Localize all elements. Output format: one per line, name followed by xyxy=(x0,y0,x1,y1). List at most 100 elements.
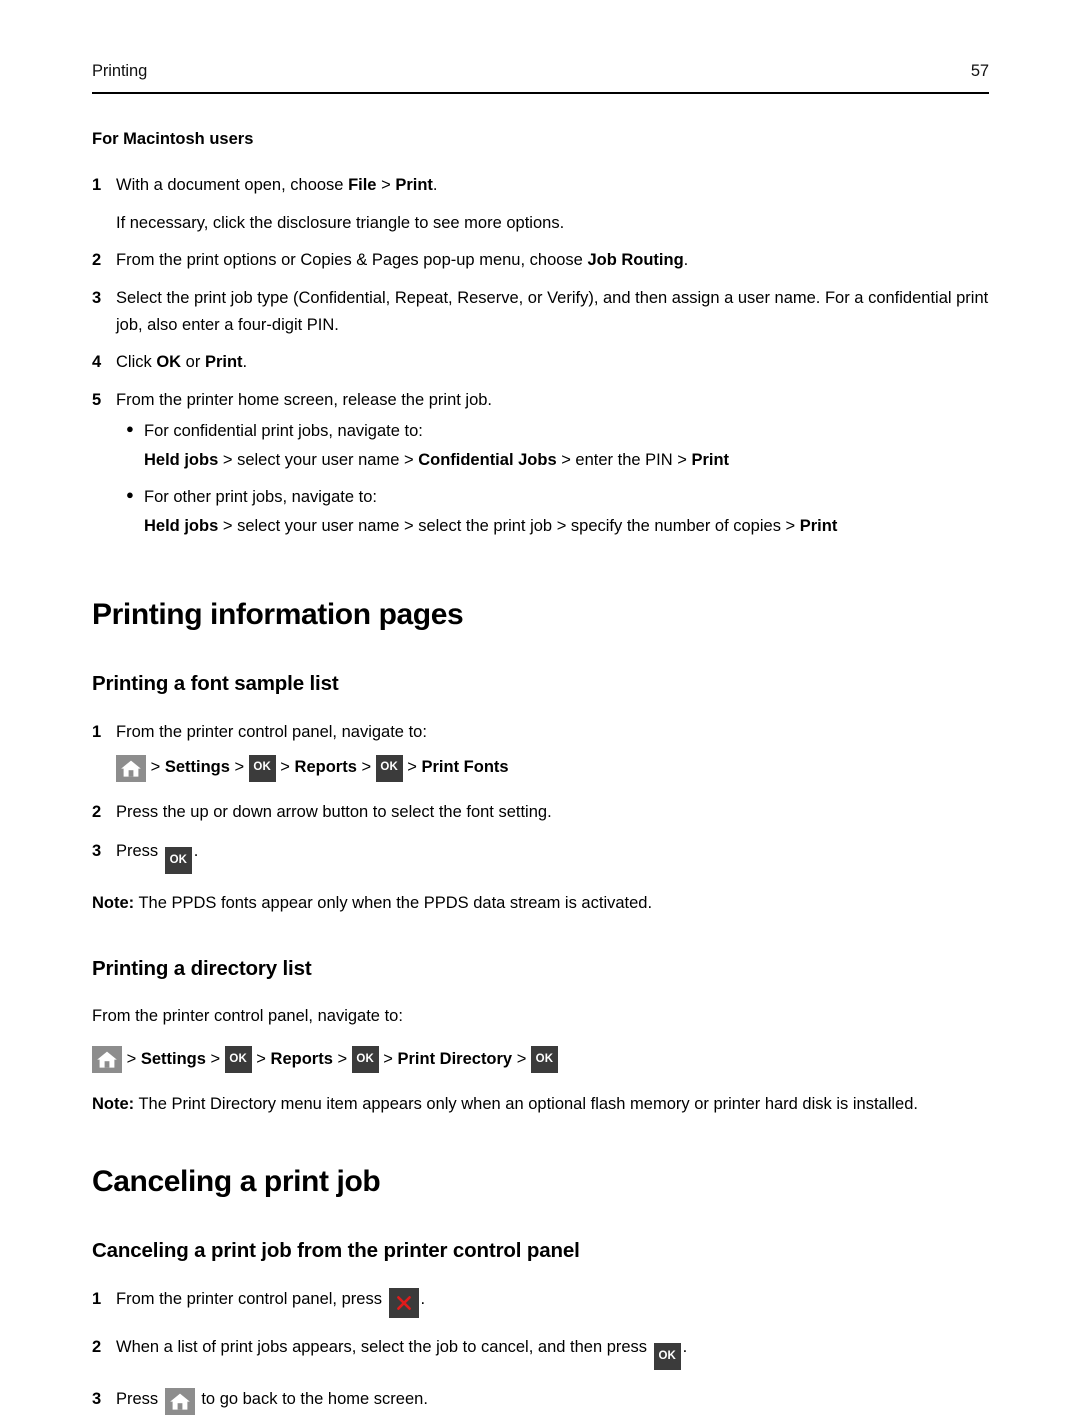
path-plain-text: > select your user name > xyxy=(218,450,419,469)
note-label: Note: xyxy=(92,1095,135,1114)
path-separator: > xyxy=(512,1049,531,1068)
path-plain-text: > select your user name > select the pri… xyxy=(218,516,800,535)
step-number: 3 xyxy=(92,1389,102,1408)
step-text-part: With a document open, choose xyxy=(116,175,349,194)
bullet-text: For other print jobs, navigate to: xyxy=(144,488,377,507)
path-separator: > xyxy=(378,1049,398,1068)
step-number: 4 xyxy=(92,353,102,372)
subsection-title-cancel-from-control-panel: Canceling a print job from the printer c… xyxy=(92,1239,580,1263)
macintosh-bullet-list: ● For confidential print jobs, navigate … xyxy=(126,418,992,540)
step-text: When a list of print jobs appears, selec… xyxy=(116,1334,992,1370)
path-separator: > xyxy=(229,758,249,777)
path-label-reports[interactable]: Reports xyxy=(271,1050,333,1070)
step-text: From the printer control panel, navigate… xyxy=(116,722,427,741)
section-title-printing-information-pages: Printing information pages xyxy=(92,597,464,631)
step-item: 5 From the printer home screen, release … xyxy=(92,387,992,414)
step-text: From the printer control panel, press . xyxy=(116,1286,992,1318)
macintosh-steps-list: 1 With a document open, choose File > Pr… xyxy=(92,172,992,414)
path-bold-held-jobs: Held jobs xyxy=(144,516,219,535)
step-text-period: . xyxy=(683,251,689,270)
step-number: 1 xyxy=(92,1289,102,1308)
step-text-prefix: When a list of print jobs appears, selec… xyxy=(116,1337,652,1356)
subsection-title-font-sample-list: Printing a font sample list xyxy=(92,672,339,696)
bullet-navigation-path: Held jobs > select your user name > Conf… xyxy=(144,447,992,474)
step-number: 5 xyxy=(92,391,102,410)
step-text-part: From the print options or Copies & Pages… xyxy=(116,251,588,270)
path-label-reports[interactable]: Reports xyxy=(295,758,357,778)
page-content: For Macintosh users 1 With a document op… xyxy=(92,130,992,1426)
step-item: 2 From the print options or Copies & Pag… xyxy=(92,247,992,274)
navigation-path-print-fonts: > Settings > OK > Reports > OK > Print F… xyxy=(116,754,992,782)
step-text-separator: > xyxy=(376,175,396,194)
path-plain-text: > enter the PIN > xyxy=(556,450,692,469)
step-item: 1 From the printer control panel, press … xyxy=(92,1286,992,1318)
path-separator: > xyxy=(275,758,295,777)
step-number: 2 xyxy=(92,802,102,821)
step-text: Select the print job type (Confidential,… xyxy=(116,288,989,334)
path-label-settings[interactable]: Settings xyxy=(165,758,230,778)
step-number: 3 xyxy=(92,842,102,861)
header-divider-rule xyxy=(92,92,989,94)
step-text-suffix: to go back to the home screen. xyxy=(196,1389,428,1408)
home-icon[interactable] xyxy=(92,1046,122,1074)
note-label: Note: xyxy=(92,894,135,913)
step-text: Click OK or Print. xyxy=(116,349,992,376)
step-continuation-text: If necessary, click the disclosure trian… xyxy=(116,213,565,232)
home-icon[interactable] xyxy=(164,1387,195,1415)
step-number: 1 xyxy=(92,175,102,194)
subsection-title-directory-list: Printing a directory list xyxy=(92,956,312,980)
note-body: The PPDS fonts appear only when the PPDS… xyxy=(134,894,653,913)
step-text-bold-print: Print xyxy=(204,353,243,372)
step-text: With a document open, choose File > Prin… xyxy=(116,172,992,199)
step-text: Press the up or down arrow button to sel… xyxy=(116,802,552,821)
ok-icon[interactable]: OK xyxy=(224,1046,252,1074)
home-icon[interactable] xyxy=(116,754,146,782)
step-item: 3 Press to go back to the home screen. xyxy=(92,1386,992,1415)
directory-intro-text: From the printer control panel, navigate… xyxy=(92,1007,403,1026)
step-number: 1 xyxy=(92,722,102,741)
path-separator: > xyxy=(402,758,422,777)
path-bold-confidential-jobs: Confidential Jobs xyxy=(418,450,557,469)
bullet-dot-icon: ● xyxy=(126,420,134,436)
step-text-suffix: . xyxy=(193,842,199,861)
step-text-prefix: Press xyxy=(116,1389,163,1408)
ok-icon[interactable]: OK xyxy=(248,754,276,782)
navigation-path-print-directory: > Settings > OK > Reports > OK > Print D… xyxy=(92,1046,992,1074)
path-label-print-fonts[interactable]: Print Fonts xyxy=(422,758,509,778)
bullet-item: ● For confidential print jobs, navigate … xyxy=(126,418,992,445)
step-text-suffix: . xyxy=(682,1337,688,1356)
step-number: 3 xyxy=(92,288,102,307)
note-ppds-fonts: Note: The PPDS fonts appear only when th… xyxy=(92,890,992,917)
header-section-title: Printing xyxy=(92,62,148,80)
ok-icon[interactable]: OK xyxy=(530,1046,558,1074)
path-separator: > xyxy=(122,1049,141,1068)
path-separator: > xyxy=(251,1049,271,1068)
path-separator: > xyxy=(146,758,165,777)
step-item: 2 Press the up or down arrow button to s… xyxy=(92,799,992,826)
page-number: 57 xyxy=(970,62,989,80)
ok-icon[interactable]: OK xyxy=(653,1342,681,1370)
path-bold-print: Print xyxy=(691,450,730,469)
path-label-settings[interactable]: Settings xyxy=(141,1050,206,1070)
step-item: 3 Press OK. xyxy=(92,838,992,875)
path-label-print-directory[interactable]: Print Directory xyxy=(398,1050,513,1070)
step-item: 1 With a document open, choose File > Pr… xyxy=(92,172,992,199)
note-print-directory: Note: The Print Directory menu item appe… xyxy=(92,1091,992,1118)
stop-x-icon[interactable] xyxy=(388,1287,419,1318)
step-text: From the printer home screen, release th… xyxy=(116,391,493,410)
path-bold-print: Print xyxy=(799,516,838,535)
step-item: 2 When a list of print jobs appears, sel… xyxy=(92,1334,992,1370)
step-text-bold-print: Print xyxy=(395,175,433,194)
step-text-bold-ok: OK xyxy=(156,353,182,372)
bullet-item: ● For other print jobs, navigate to: xyxy=(126,484,992,511)
ok-icon[interactable]: OK xyxy=(351,1046,379,1074)
ok-icon[interactable]: OK xyxy=(164,847,192,875)
step-number: 2 xyxy=(92,251,102,270)
ok-icon[interactable]: OK xyxy=(375,754,403,782)
step-text-part: Click xyxy=(116,353,157,372)
step-item: 4 Click OK or Print. xyxy=(92,349,992,376)
step-item: 3 Select the print job type (Confidentia… xyxy=(92,285,992,338)
step-text-or: or xyxy=(181,353,205,372)
step-text-bold-file: File xyxy=(348,175,377,194)
step-item: 1 From the printer control panel, naviga… xyxy=(92,719,992,746)
